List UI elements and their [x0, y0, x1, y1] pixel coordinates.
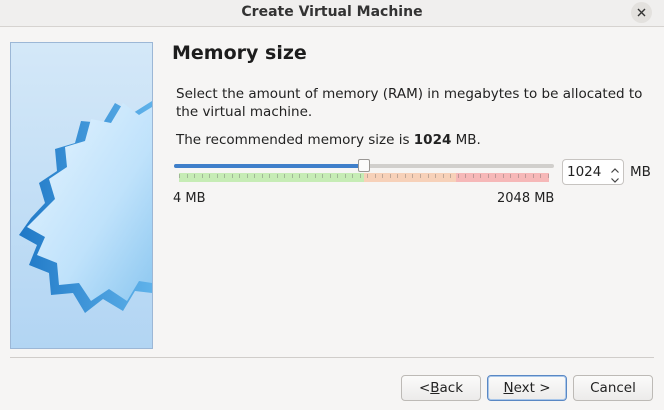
slider-tick	[548, 174, 549, 178]
slider-tick	[314, 174, 316, 178]
recommend-suffix: MB.	[451, 132, 481, 148]
slider-tick	[231, 174, 233, 178]
back-label: ack	[439, 380, 464, 396]
recommend-value: 1024	[413, 132, 452, 148]
recommend-prefix: The recommended memory size is	[176, 132, 414, 148]
slider-tick	[427, 174, 429, 178]
slider-tick	[179, 174, 180, 178]
chevron-down-icon	[611, 168, 619, 187]
slider-tick	[517, 174, 519, 178]
back-mnemonic: B	[430, 380, 440, 396]
slider-tick	[322, 174, 324, 178]
slider-tick	[532, 174, 534, 178]
slider-tick	[382, 174, 384, 178]
recommended-memory-text: The recommended memory size is 1024 MB.	[176, 132, 481, 148]
slider-tick	[344, 174, 346, 178]
page-description: Select the amount of memory (RAM) in meg…	[176, 86, 643, 120]
close-icon	[637, 8, 646, 17]
slider-tick	[186, 174, 188, 178]
slider-tick	[291, 174, 293, 178]
memory-slider[interactable]	[172, 157, 556, 187]
page-heading: Memory size	[172, 42, 307, 64]
slider-tick	[495, 174, 497, 178]
slider-tick	[359, 174, 361, 178]
slider-fill	[174, 164, 364, 168]
spin-down-button[interactable]	[609, 172, 621, 183]
slider-tick	[419, 174, 421, 178]
slider-tick	[284, 174, 286, 178]
slider-tick	[216, 174, 218, 178]
slider-tick	[404, 174, 406, 178]
slider-tick	[276, 174, 278, 178]
next-label: ext >	[513, 380, 551, 396]
slider-tick	[457, 174, 459, 178]
cancel-button[interactable]: Cancel	[573, 375, 653, 401]
slider-tick	[510, 174, 512, 178]
slider-tick	[525, 174, 527, 178]
window-title: Create Virtual Machine	[241, 4, 423, 20]
slider-tick	[299, 174, 301, 178]
next-mnemonic: N	[503, 380, 514, 396]
slider-tick	[352, 174, 354, 178]
slider-tick	[397, 174, 399, 178]
wizard-side-image	[10, 42, 153, 349]
slider-tick	[442, 174, 444, 178]
slider-tick	[502, 174, 504, 178]
slider-tick	[465, 174, 467, 178]
slider-tick	[254, 174, 256, 178]
back-prefix: <	[418, 380, 431, 396]
slider-tick	[450, 174, 452, 178]
slider-tick	[389, 174, 391, 178]
slider-tick	[307, 174, 309, 178]
memory-spinbox[interactable]	[562, 159, 624, 185]
slider-tick	[367, 174, 369, 178]
slider-tick	[487, 174, 489, 178]
slider-tick	[435, 174, 437, 178]
slider-tick	[337, 174, 339, 178]
slider-min-label: 4 MB	[173, 191, 206, 206]
slider-tick	[412, 174, 414, 178]
slider-tick	[374, 174, 376, 178]
close-button[interactable]	[631, 2, 652, 23]
slider-tick	[540, 174, 542, 178]
back-button[interactable]: < Back	[401, 375, 481, 401]
slider-ticks	[179, 174, 549, 178]
slider-tick	[472, 174, 474, 178]
slider-tick	[224, 174, 226, 178]
slider-tick	[329, 174, 331, 178]
slider-tick	[261, 174, 263, 178]
slider-tick	[239, 174, 241, 178]
button-separator	[10, 357, 654, 358]
slider-tick	[480, 174, 482, 178]
title-bar: Create Virtual Machine	[0, 0, 664, 27]
slider-tick	[209, 174, 211, 178]
slider-tick	[194, 174, 196, 178]
memory-input[interactable]	[567, 163, 605, 181]
next-button[interactable]: Next >	[487, 375, 567, 401]
slider-tick	[269, 174, 271, 178]
memory-unit-label: MB	[630, 164, 651, 180]
slider-tick	[246, 174, 248, 178]
slider-max-label: 2048 MB	[497, 191, 555, 206]
slider-handle[interactable]	[357, 159, 370, 172]
slider-tick	[201, 174, 203, 178]
